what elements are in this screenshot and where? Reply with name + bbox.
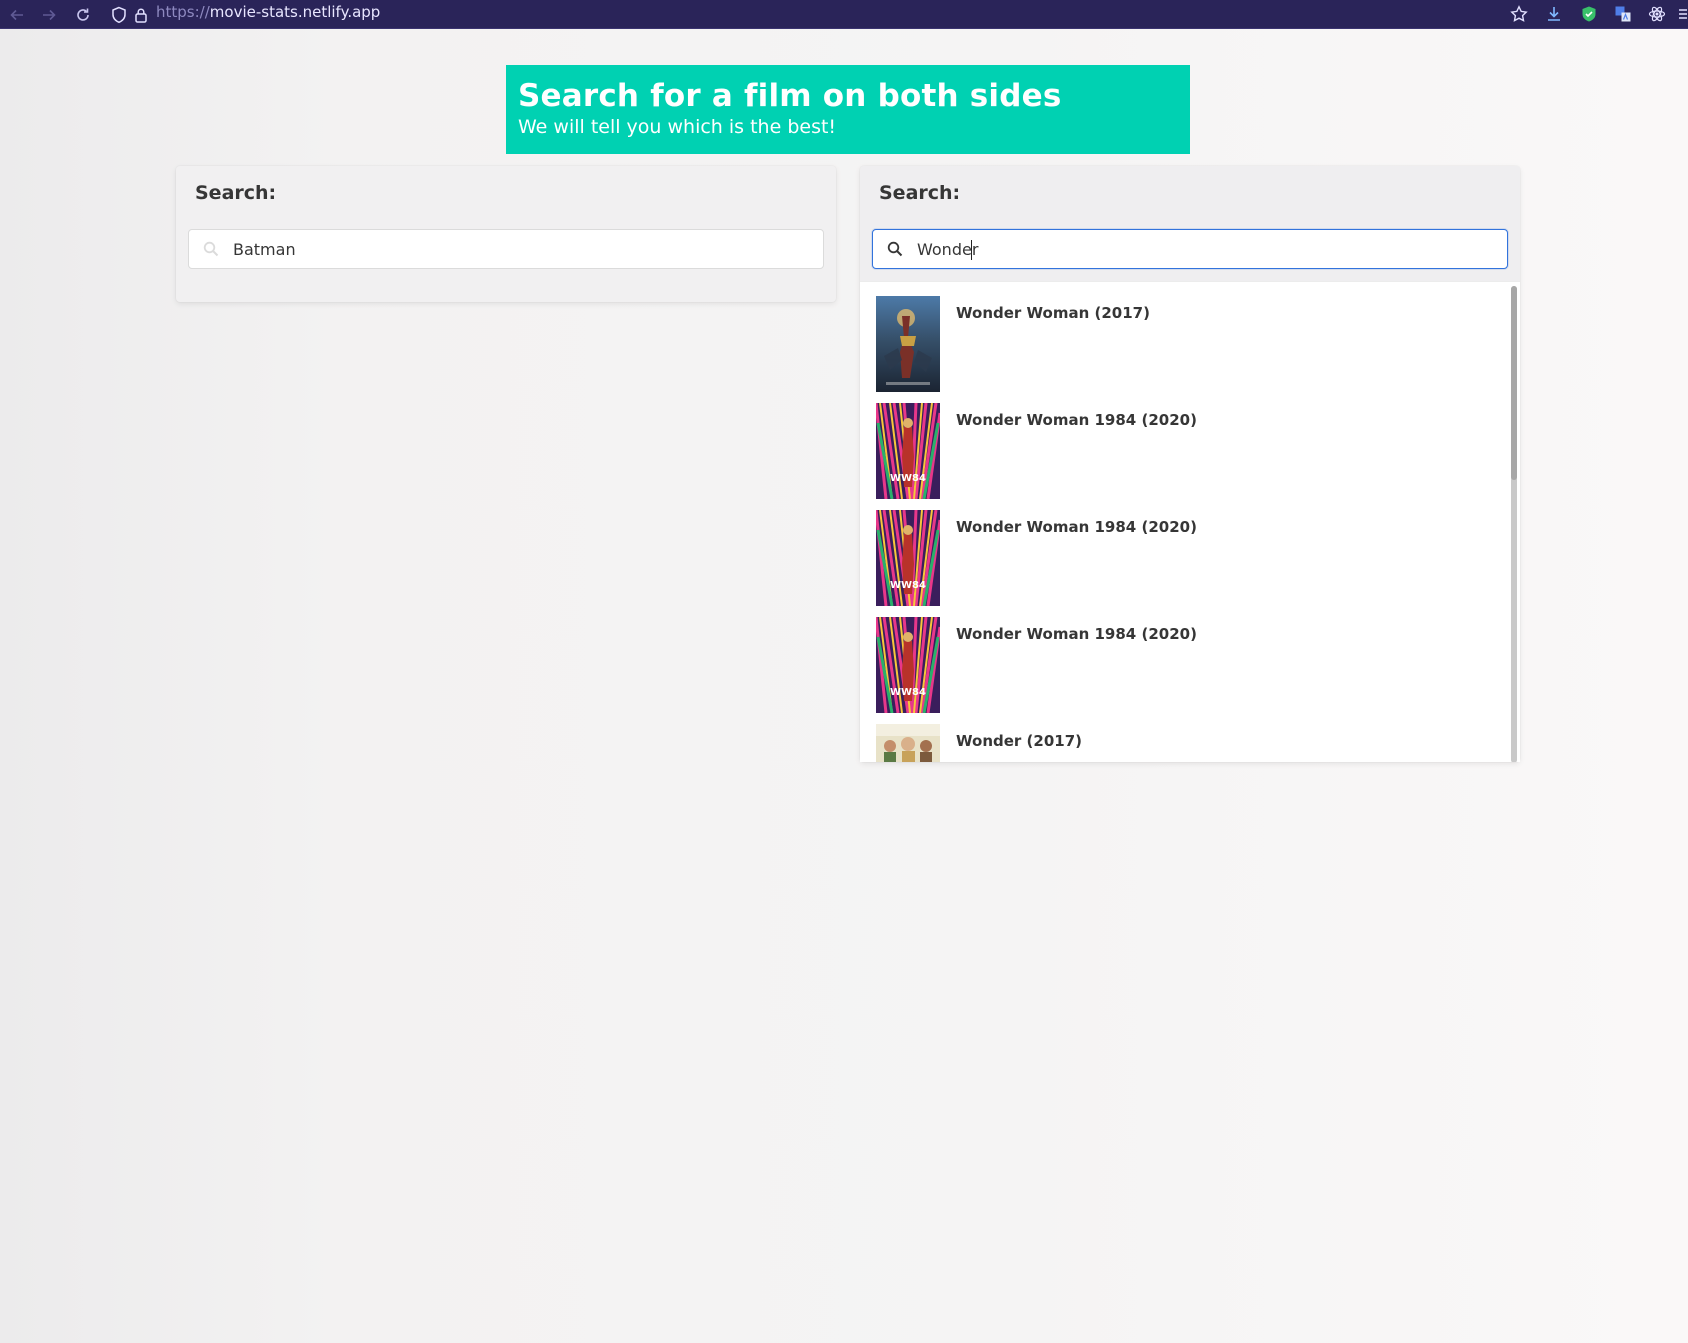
ww84-poster: WW84 (876, 403, 940, 499)
react-devtools-icon[interactable] (1646, 3, 1668, 25)
left-search-label: Search: (195, 182, 277, 204)
autocomplete-dropdown[interactable]: Wonder Woman (2017) WW84 Wonder Woman 19 (860, 281, 1520, 762)
right-search-panel: Search: Wonder Wonder Woman (2017) WW84 … (860, 166, 1520, 762)
ww84-logo-text: WW84 (890, 580, 926, 591)
url-scheme: https:// (156, 3, 210, 21)
result-item[interactable]: WW84 Wonder Woman 1984 (2020) (876, 510, 1496, 606)
banner-title: Search for a film on both sides (518, 78, 1062, 114)
result-item[interactable]: WW84 Wonder Woman 1984 (2020) (876, 403, 1496, 499)
result-title: Wonder Woman 1984 (2020) (956, 411, 1197, 429)
left-search-panel: Search: (176, 166, 836, 302)
right-search-label: Search: (879, 182, 961, 204)
left-search-box[interactable] (188, 229, 824, 269)
result-title: Wonder (2017) (956, 732, 1082, 750)
result-title: Wonder Woman (2017) (956, 304, 1150, 322)
result-title: Wonder Woman 1984 (2020) (956, 625, 1197, 643)
search-icon (201, 239, 221, 259)
back-icon[interactable] (6, 4, 28, 26)
forward-icon[interactable] (38, 4, 60, 26)
right-search-input[interactable] (917, 234, 1477, 264)
download-icon[interactable] (1543, 3, 1565, 25)
shield-icon[interactable] (108, 4, 130, 26)
browser-toolbar: https://movie-stats.netlify.app (0, 0, 1688, 29)
menu-icon[interactable] (1676, 3, 1688, 25)
result-title: Wonder Woman 1984 (2020) (956, 518, 1197, 536)
search-icon (885, 239, 905, 259)
banner-subtitle: We will tell you which is the best! (518, 116, 837, 138)
scrollbar-thumb[interactable] (1511, 286, 1517, 480)
ww84-poster: WW84 (876, 617, 940, 713)
translate-icon[interactable] (1612, 3, 1634, 25)
url-host: movie-stats.netlify.app (209, 3, 381, 21)
lock-icon[interactable] (130, 4, 152, 26)
text-caret (971, 240, 972, 260)
hero-banner: Search for a film on both sides We will … (506, 65, 1190, 154)
ww84-poster: WW84 (876, 510, 940, 606)
result-item[interactable]: Wonder Woman (2017) (876, 296, 1496, 392)
wonder-woman-poster (876, 296, 940, 392)
wonder-poster (876, 724, 940, 762)
bookmark-star-icon[interactable] (1508, 3, 1530, 25)
left-search-input[interactable] (233, 234, 793, 264)
reload-icon[interactable] (72, 4, 94, 26)
right-search-box[interactable] (872, 229, 1508, 269)
result-item[interactable]: WW84 Wonder Woman 1984 (2020) (876, 617, 1496, 713)
result-item[interactable]: Wonder (2017) (876, 724, 1496, 762)
extension-shield-icon[interactable] (1578, 3, 1600, 25)
ww84-logo-text: WW84 (890, 687, 926, 698)
address-bar[interactable]: https://movie-stats.netlify.app (156, 3, 380, 21)
ww84-logo-text: WW84 (890, 473, 926, 484)
dropdown-scrollbar[interactable] (1506, 282, 1520, 762)
